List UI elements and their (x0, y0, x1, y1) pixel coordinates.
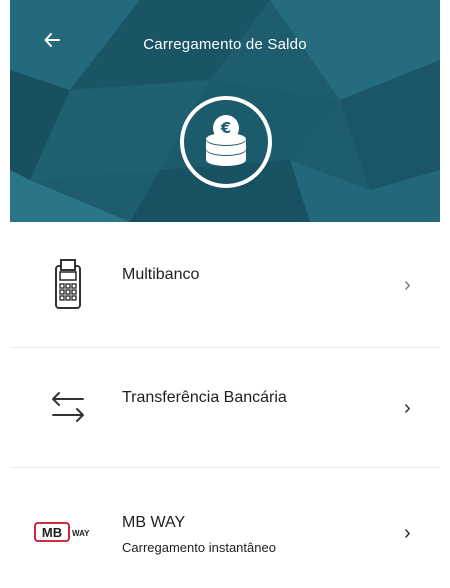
option-bank-transfer[interactable]: Transferência Bancária › (10, 352, 440, 464)
euro-coins-icon: € (180, 96, 272, 188)
balance-header: Carregamento de Saldo € (10, 0, 440, 222)
option-mbway[interactable]: MB WAY MB WAY Carregamento instantâneo › (10, 472, 440, 584)
chevron-right-icon: › (404, 522, 411, 544)
option-multibanco[interactable]: Multibanco › (10, 238, 440, 344)
atm-terminal-icon (55, 259, 81, 309)
chevron-right-icon: › (404, 397, 411, 419)
svg-text:€: € (220, 119, 231, 137)
transfer-arrows-icon (52, 392, 84, 422)
mbway-logo-icon: MB WAY (34, 522, 102, 542)
divider (10, 467, 440, 468)
option-title: Transferência Bancária (122, 389, 287, 406)
option-title: MB WAY (122, 514, 186, 531)
divider (10, 347, 440, 348)
page-title: Carregamento de Saldo (143, 36, 307, 53)
option-title: Multibanco (122, 266, 200, 283)
option-subtitle: Carregamento instantâneo (122, 540, 276, 555)
chevron-right-icon: › (404, 274, 411, 296)
svg-text:MB: MB (42, 525, 62, 540)
svg-text:WAY: WAY (72, 529, 90, 538)
